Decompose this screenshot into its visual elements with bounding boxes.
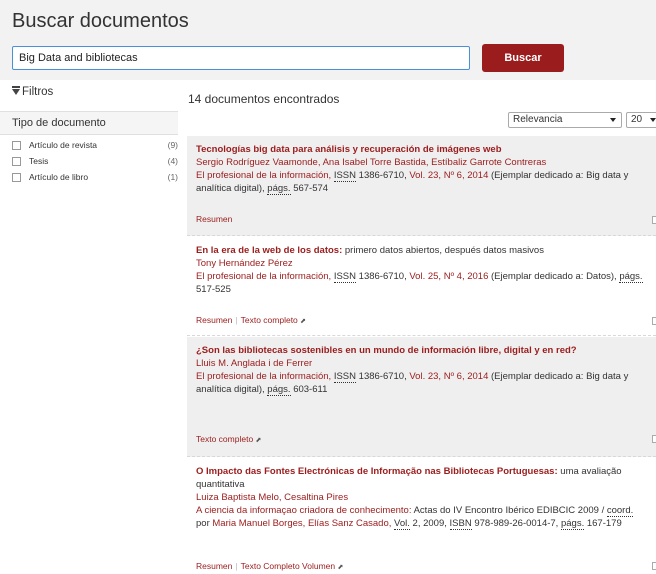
checkbox[interactable]: [12, 173, 21, 182]
editors-link[interactable]: Maria Manuel Borges, Elías Sanz Casado,: [212, 518, 391, 529]
result-links: Resumen | Texto completo ⬈: [196, 315, 307, 325]
vol-rest: 2, 2009,: [412, 518, 447, 529]
result-title[interactable]: O Impacto das Fontes Electrónicas de Inf…: [196, 465, 646, 491]
result-source: El profesional de la información, ISSN 1…: [196, 270, 646, 296]
result-item: Tecnologías big data para análisis y rec…: [187, 136, 656, 236]
facet-label: Artículo de revista: [29, 140, 98, 150]
pages-label: págs.: [560, 518, 585, 530]
result-source: El profesional de la información, ISSN 1…: [196, 169, 646, 195]
facet-label: Tesis: [29, 156, 49, 166]
volume-link[interactable]: Vol. 23, Nº 6, 2014: [409, 170, 488, 181]
page-title: Buscar documentos: [12, 10, 189, 32]
chevron-down-icon: [610, 118, 616, 122]
facet-articulo-libro[interactable]: Artículo de libro (1): [12, 171, 178, 185]
pages-label: págs.: [267, 183, 291, 195]
resumen-link[interactable]: Resumen: [196, 214, 232, 224]
filters-label: Filtros: [22, 86, 54, 98]
facet-articulo-revista[interactable]: Artículo de revista (9): [12, 139, 178, 153]
facet-count: (1): [167, 172, 178, 182]
result-title[interactable]: ¿Son las bibliotecas sostenibles en un m…: [196, 344, 646, 357]
external-link-icon: ⬈: [300, 318, 307, 325]
per-page-select[interactable]: 20: [626, 112, 656, 128]
select-checkbox[interactable]: [652, 216, 656, 224]
resumen-link[interactable]: Resumen: [196, 315, 232, 325]
result-authors[interactable]: Sergio Rodríguez Vaamonde, Ana Isabel To…: [196, 156, 646, 169]
facet-count: (4): [167, 156, 178, 166]
results-count: 14 documentos encontrados: [188, 92, 340, 106]
result-links: Texto completo ⬈: [196, 433, 261, 447]
journal-link[interactable]: El profesional de la información,: [196, 170, 331, 181]
result-source: El profesional de la información, ISSN 1…: [196, 370, 646, 396]
result-authors[interactable]: Tony Hernández Pérez: [196, 257, 646, 270]
pages: 567-574: [293, 183, 329, 194]
result-title[interactable]: Tecnologías big data para análisis y rec…: [196, 143, 646, 156]
volume-link[interactable]: Vol. 23, Nº 6, 2014: [409, 371, 488, 382]
result-links: Resumen: [196, 213, 232, 226]
select-checkbox[interactable]: [652, 562, 656, 570]
doc-type-title: Tipo de documento: [12, 117, 106, 129]
result-links: Resumen | Texto Completo Volumen ⬈: [196, 561, 344, 571]
result-source: A ciencia da informaçao criadora de conh…: [196, 504, 646, 530]
pages-label: págs.: [619, 271, 643, 283]
book-link[interactable]: A ciencia da informaçao criadora de conh…: [196, 505, 411, 516]
texto-completo-volumen-link[interactable]: Texto Completo Volumen: [241, 561, 336, 571]
search-button[interactable]: Buscar: [482, 44, 564, 72]
chevron-down-icon: [650, 118, 656, 122]
vol-label: Vol.: [394, 518, 410, 530]
select-checkbox[interactable]: [652, 317, 656, 325]
issue-extra: (Ejemplar dedicado a: Datos),: [491, 271, 617, 282]
pages: 517-525: [196, 284, 231, 295]
result-item: ¿Son las bibliotecas sostenibles en un m…: [187, 337, 656, 457]
journal-link[interactable]: El profesional de la información,: [196, 371, 331, 382]
doc-type-section-header: Tipo de documento: [0, 111, 178, 135]
pages: 167-179: [586, 518, 622, 529]
texto-completo-link[interactable]: Texto completo: [241, 315, 298, 325]
search-input[interactable]: [12, 46, 470, 70]
top-bar: Buscar documentos Buscar: [0, 0, 656, 80]
facet-label: Artículo de libro: [29, 172, 89, 182]
issn-label: ISSN: [333, 271, 357, 283]
result-item: En la era de la web de los datos: primer…: [187, 237, 656, 336]
select-checkbox[interactable]: [652, 435, 656, 443]
issn: 1386-6710,: [358, 170, 407, 181]
facet-count: (9): [167, 140, 178, 150]
issn: 1386-6710,: [358, 371, 407, 382]
isbn: 978-989-26-0014-7,: [474, 518, 559, 529]
texto-completo-link[interactable]: Texto completo: [196, 434, 253, 444]
checkbox[interactable]: [12, 141, 21, 150]
filter-icon: [12, 86, 20, 95]
resumen-link[interactable]: Resumen: [196, 561, 232, 571]
external-link-icon: ⬈: [255, 437, 262, 444]
pages-label: págs.: [267, 384, 291, 396]
coord-label: coord.: [606, 505, 634, 517]
sort-selected: Relevancia: [513, 114, 563, 125]
book-rest: Actas do IV Encontro Ibérico EDIBCIC 200…: [413, 505, 605, 516]
result-authors[interactable]: Luiza Baptista Melo, Cesaltina Pires: [196, 491, 646, 504]
result-authors[interactable]: Lluis M. Anglada i de Ferrer: [196, 357, 646, 370]
issn: 1386-6710,: [358, 271, 407, 282]
result-item: O Impacto das Fontes Electrónicas de Inf…: [187, 458, 656, 573]
por-label: por: [196, 518, 210, 529]
issn-label: ISSN: [333, 170, 357, 182]
pages: 603-611: [293, 384, 328, 395]
journal-link[interactable]: El profesional de la información,: [196, 271, 331, 282]
volume-link[interactable]: Vol. 25, Nº 4, 2016: [409, 271, 488, 282]
issn-label: ISSN: [333, 371, 357, 383]
result-title[interactable]: En la era de la web de los datos: primer…: [196, 244, 646, 257]
isbn-label: ISBN: [449, 518, 472, 530]
sort-select[interactable]: Relevancia: [508, 112, 622, 128]
filters-header: Filtros: [0, 80, 178, 108]
facet-tesis[interactable]: Tesis (4): [12, 155, 178, 169]
external-link-icon: ⬈: [337, 564, 344, 571]
checkbox[interactable]: [12, 157, 21, 166]
per-page-selected: 20: [631, 114, 643, 125]
